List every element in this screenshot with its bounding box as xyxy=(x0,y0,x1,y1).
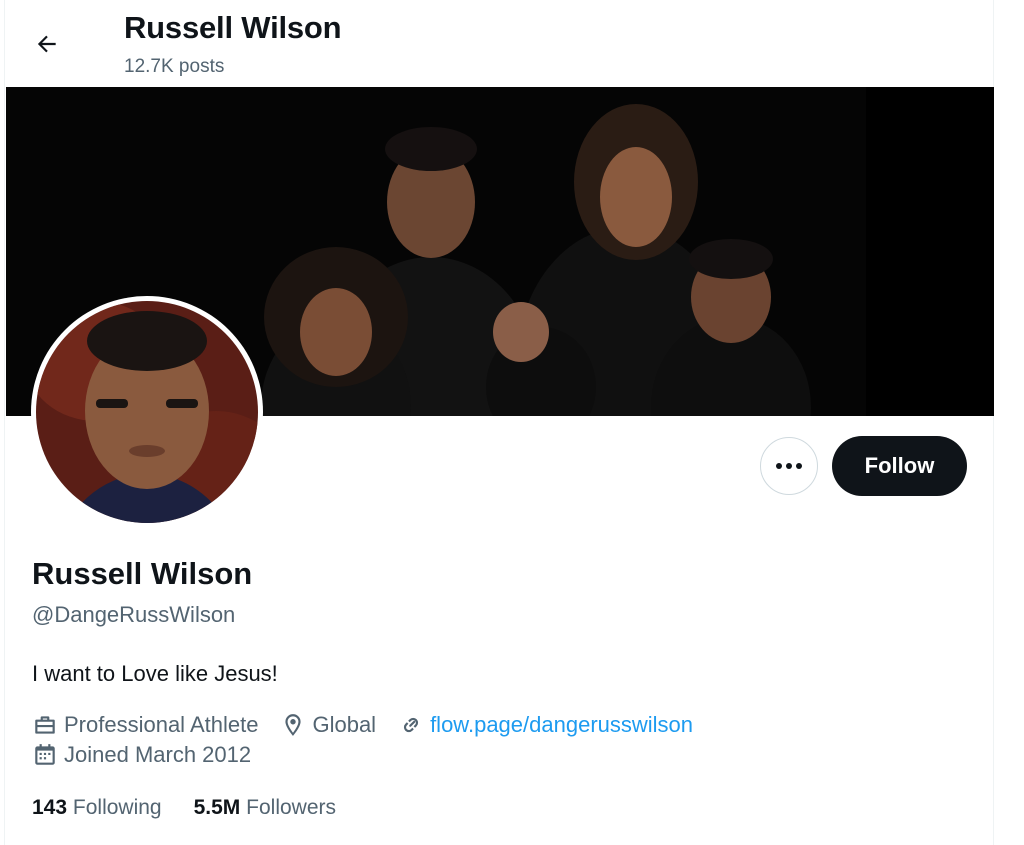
profile-joined-row: Joined March 2012 xyxy=(32,742,273,768)
location-label: Global xyxy=(312,712,377,737)
avatar[interactable] xyxy=(31,296,263,528)
more-options-button[interactable] xyxy=(760,437,818,495)
back-button[interactable] xyxy=(27,24,67,64)
website-link[interactable]: flow.page/dangerusswilson xyxy=(430,712,693,738)
calendar-icon xyxy=(35,744,55,765)
arrow-left-icon xyxy=(37,35,56,53)
following-label: Following xyxy=(72,796,162,819)
follow-button[interactable]: Follow xyxy=(832,436,967,496)
display-name: Russell Wilson xyxy=(32,556,253,591)
followers-count: 5.5M xyxy=(193,796,241,819)
joined-label: Joined March 2012 xyxy=(64,742,252,767)
category-label: Professional Athlete xyxy=(64,712,259,737)
following-stat[interactable]: 143 Following xyxy=(32,796,162,820)
avatar-photo xyxy=(36,301,258,523)
briefcase-icon xyxy=(35,716,55,734)
follow-stats: 143 Following 5.5M Followers xyxy=(32,796,368,820)
profile-meta-row: Professional Athlete Global flow.page/da… xyxy=(32,712,715,738)
meta-website: flow.page/dangerusswilson xyxy=(398,712,693,738)
followers-stat[interactable]: 5.5M Followers xyxy=(194,796,336,820)
user-handle: @DangeRussWilson xyxy=(32,602,236,627)
posts-count: 12.7K posts xyxy=(124,56,225,77)
link-icon xyxy=(403,717,419,733)
meta-joined: Joined March 2012 xyxy=(32,742,251,768)
followers-label: Followers xyxy=(246,796,336,819)
location-pin-icon xyxy=(285,714,302,736)
following-count: 143 xyxy=(32,796,68,819)
bio: I want to Love like Jesus! xyxy=(32,661,278,686)
meta-location: Global xyxy=(280,712,376,738)
more-horizontal-icon xyxy=(776,463,802,469)
meta-category: Professional Athlete xyxy=(32,712,258,738)
header-title: Russell Wilson xyxy=(124,10,342,45)
